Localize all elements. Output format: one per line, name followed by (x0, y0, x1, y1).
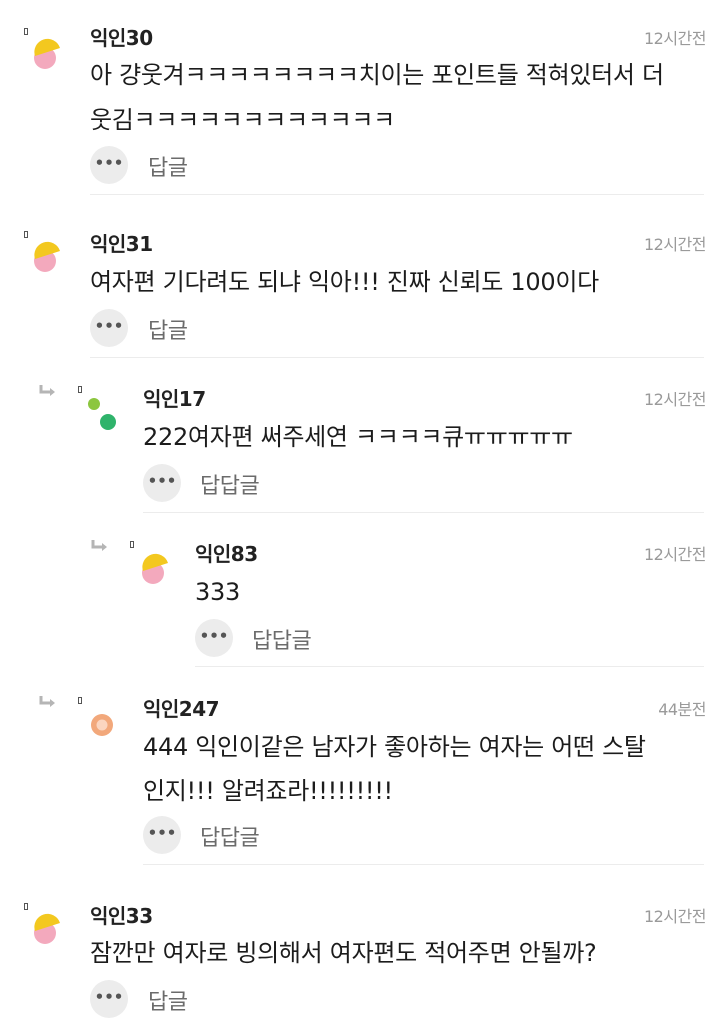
reply-arrow-icon (39, 696, 55, 707)
comment-item-reply: 익인17 12시간전 222여자편 써주세연 ㅋㅋㅋㅋ큐ㅠㅠㅠㅠㅠ ••• 답답… (0, 358, 720, 513)
comment-marker-icon (24, 903, 28, 910)
reply-arrow-icon (91, 540, 107, 551)
comment-item: 익인33 12시간전 잠깐만 여자로 빙의해서 여자편도 적어주면 안될까? •… (0, 865, 720, 1028)
author-name[interactable]: 익인247 (143, 693, 220, 722)
comment-item: 익인31 12시간전 여자편 기다려도 되냐 익아!!! 진짜 신뢰도 100이… (0, 195, 720, 357)
more-dots-icon: ••• (199, 626, 229, 645)
more-dots-icon: ••• (147, 471, 177, 490)
comment-item-reply: 익인247 44분전 444 익인이같은 남자가 좋아하는 여자는 어떤 스탈 … (0, 667, 720, 865)
comment-text-line: 여자편 기다려도 되냐 익아!!! 진짜 신뢰도 100이다 (90, 268, 599, 296)
reply-arrow-icon (39, 385, 55, 396)
reply-button[interactable]: 답답글 (252, 623, 312, 655)
yellow-pink-avatar-icon[interactable] (30, 911, 64, 947)
author-name[interactable]: 익인83 (195, 538, 258, 567)
comment-marker-icon (24, 28, 28, 35)
more-dots-icon: ••• (94, 316, 124, 335)
comment-text-line: 444 익인이같은 남자가 좋아하는 여자는 어떤 스탈 (143, 733, 646, 761)
comment-marker-icon (78, 386, 82, 393)
more-options-button[interactable]: ••• (143, 816, 181, 854)
comment-time: 12시간전 (643, 235, 707, 254)
comment-time: 12시간전 (643, 29, 707, 48)
comment-text-line: 333 (195, 578, 240, 606)
author-name[interactable]: 익인31 (90, 228, 153, 257)
more-dots-icon: ••• (94, 987, 124, 1006)
more-options-button[interactable]: ••• (90, 309, 128, 347)
orange-ring-avatar-icon[interactable] (86, 707, 120, 743)
comment-text-line: 잠깐만 여자로 빙의해서 여자편도 적어주면 안될까? (90, 939, 597, 967)
comment-time: 12시간전 (643, 545, 707, 564)
author-name[interactable]: 익인33 (90, 900, 153, 929)
more-options-button[interactable]: ••• (90, 980, 128, 1018)
yellow-pink-avatar-icon[interactable] (138, 551, 172, 587)
comment-item-reply: 익인83 12시간전 333 ••• 답답글 (0, 513, 720, 666)
comment-text-line: 웃김ㅋㅋㅋㅋㅋㅋㅋㅋㅋㅋㅋㅋ (90, 106, 395, 134)
comment-text-line: 222여자편 써주세연 ㅋㅋㅋㅋ큐ㅠㅠㅠㅠㅠ (143, 423, 573, 451)
reply-button[interactable]: 답답글 (200, 468, 260, 500)
green-dots-avatar-icon[interactable] (86, 396, 120, 432)
more-options-button[interactable]: ••• (143, 464, 181, 502)
comment-text-line: 인지!!! 알려죠라!!!!!!!!! (143, 777, 393, 805)
reply-button[interactable]: 답글 (148, 150, 188, 182)
reply-button[interactable]: 답글 (148, 984, 188, 1016)
comment-text-line: 아 걍웃겨ㅋㅋㅋㅋㅋㅋㅋㅋ치이는 포인트들 적혀있터서 더 (90, 61, 664, 89)
comment-marker-icon (78, 697, 82, 704)
reply-button[interactable]: 답글 (148, 313, 188, 345)
comment-time: 44분전 (658, 700, 706, 719)
more-dots-icon: ••• (94, 153, 124, 172)
more-options-button[interactable]: ••• (90, 146, 128, 184)
comment-time: 12시간전 (643, 907, 707, 926)
yellow-pink-avatar-icon[interactable] (30, 239, 64, 275)
more-options-button[interactable]: ••• (195, 619, 233, 657)
yellow-pink-avatar-icon[interactable] (30, 36, 64, 72)
comment-time: 12시간전 (643, 390, 707, 409)
comment-item: 익인30 12시간전 아 걍웃겨ㅋㅋㅋㅋㅋㅋㅋㅋ치이는 포인트들 적혀있터서 더… (0, 0, 720, 195)
author-name[interactable]: 익인30 (90, 22, 153, 51)
reply-button[interactable]: 답답글 (200, 820, 260, 852)
comment-marker-icon (130, 541, 134, 548)
comment-marker-icon (24, 231, 28, 238)
more-dots-icon: ••• (147, 823, 177, 842)
author-name[interactable]: 익인17 (143, 383, 206, 412)
